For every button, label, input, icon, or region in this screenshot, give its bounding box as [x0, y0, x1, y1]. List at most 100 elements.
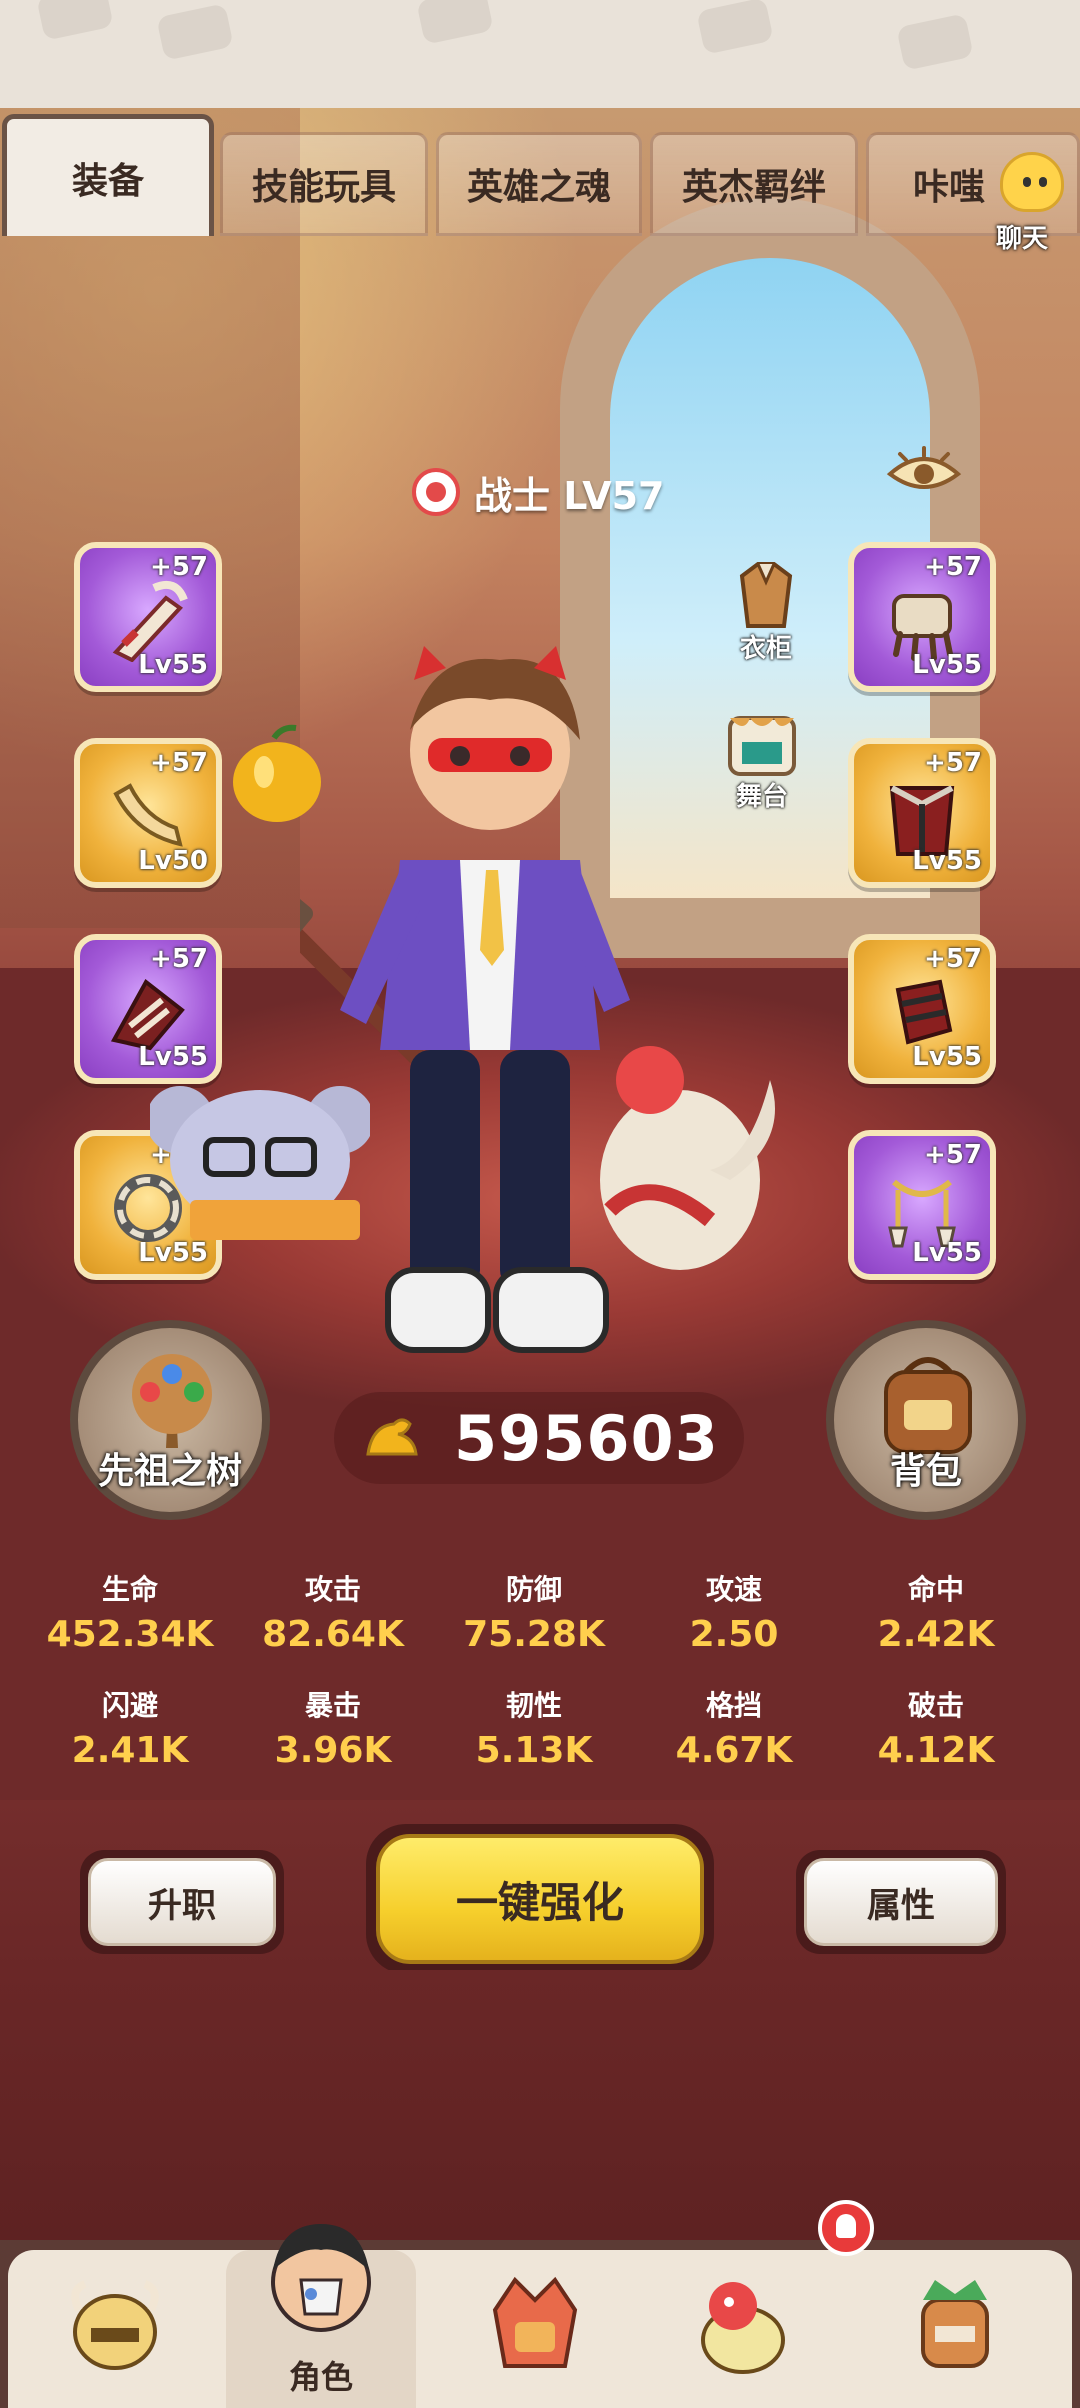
nav-totem[interactable]	[440, 2250, 630, 2408]
notification-bell-icon[interactable]	[818, 2200, 874, 2256]
stat-value: 2.50	[689, 1614, 779, 1655]
tab-equipment[interactable]: 装备	[2, 114, 214, 236]
slot-item-level: Lv55	[912, 650, 982, 680]
wardrobe-icon	[739, 562, 793, 628]
stat-value: 4.67K	[675, 1730, 793, 1771]
slot-enhance-level: +57	[150, 748, 208, 778]
stat-evasion: 闪避 2.41K	[22, 1684, 238, 1771]
nav-tribe[interactable]	[860, 2250, 1050, 2408]
stat-crit: 暴击 3.96K	[225, 1684, 441, 1771]
nav-pets[interactable]	[648, 2250, 838, 2408]
equip-slot-bracer[interactable]: +57 Lv55	[848, 934, 996, 1084]
stat-value: 2.42K	[877, 1614, 995, 1655]
stat-value: 4.12K	[877, 1730, 995, 1771]
stat-name: 暴击	[304, 1689, 361, 1722]
slot-enhance-level: +57	[150, 552, 208, 582]
stat-name: 攻击	[304, 1573, 361, 1606]
stage-button[interactable]: 舞台	[712, 704, 812, 813]
stat-toughness: 韧性 5.13K	[426, 1684, 642, 1771]
chat-face-icon	[1000, 152, 1064, 212]
stat-name: 生命	[101, 1573, 158, 1606]
slot-item-level: Lv55	[912, 1238, 982, 1268]
slot-item-level: Lv55	[138, 650, 208, 680]
slot-enhance-level: +57	[924, 1140, 982, 1170]
promote-button[interactable]: 升职	[80, 1850, 284, 1954]
attributes-label: 属性	[804, 1858, 998, 1946]
equip-slot-gloves[interactable]: +57 Lv55	[848, 542, 996, 692]
stat-hp: 生命 452.34K	[22, 1568, 238, 1655]
stat-value: 82.64K	[262, 1614, 404, 1655]
stat-block: 格挡 4.67K	[626, 1684, 842, 1771]
hero-class-level: 战士 LV57	[412, 464, 665, 520]
equip-slot-accessory[interactable]: +57 Lv50	[74, 738, 222, 888]
slot-enhance-level: +57	[924, 944, 982, 974]
wardrobe-label: 衣柜	[739, 634, 792, 664]
promote-label: 升职	[88, 1858, 276, 1946]
warrior-class-icon	[412, 468, 460, 516]
stage-icon	[728, 716, 796, 776]
stage-label: 舞台	[735, 782, 788, 812]
attributes-button[interactable]: 属性	[796, 1850, 1006, 1954]
combat-power: 595603	[334, 1392, 744, 1484]
slot-item-level: Lv50	[138, 846, 208, 876]
stat-name: 闪避	[101, 1689, 158, 1722]
nav-character-label: 角色	[288, 2358, 353, 2396]
wardrobe-button[interactable]: 衣柜	[716, 556, 816, 665]
lower-background	[0, 1970, 1080, 2240]
nav-character[interactable]: 角色	[226, 2224, 416, 2408]
eye-icon[interactable]	[886, 444, 962, 500]
chat-button[interactable]: 聊天	[964, 152, 1074, 262]
stat-name: 攻速	[705, 1573, 762, 1606]
class-level-text: 战士 LV57	[474, 473, 665, 518]
slot-item-level: Lv55	[912, 846, 982, 876]
slot-item-level: Lv55	[912, 1042, 982, 1072]
fox-pet	[600, 1046, 775, 1270]
equip-slot-necklace[interactable]: +57 Lv55	[848, 1130, 996, 1280]
backpack-button[interactable]: 背包	[826, 1320, 1026, 1520]
stat-value: 2.41K	[71, 1730, 189, 1771]
koala-pet	[150, 1086, 370, 1240]
backpack-label: 背包	[889, 1451, 962, 1492]
stat-value: 5.13K	[475, 1730, 593, 1771]
tab-hero-soul[interactable]: 英雄之魂	[436, 132, 642, 236]
tab-bar: 装备 技能玩具 英雄之魂 英杰羁绊 咔嗤	[0, 108, 1080, 238]
equip-slot-weapon[interactable]: +57 Lv55	[74, 542, 222, 692]
stat-name: 破击	[907, 1689, 964, 1722]
stat-name: 韧性	[505, 1689, 562, 1722]
stat-attack-speed: 攻速 2.50	[626, 1568, 842, 1655]
totem-icon	[492, 2276, 578, 2368]
hero-avatar-icon	[271, 2224, 371, 2332]
tab-skill-toys[interactable]: 技能玩具	[220, 132, 428, 236]
equip-slot-armor[interactable]: +57 Lv55	[848, 738, 996, 888]
nav-beast[interactable]	[20, 2250, 210, 2408]
stat-name: 格挡	[705, 1689, 762, 1722]
top-decor-strip	[0, 0, 1080, 108]
stat-name: 防御	[505, 1573, 562, 1606]
ancestor-tree-label: 先祖之树	[97, 1451, 242, 1492]
dino-pet-icon	[701, 2282, 785, 2374]
combat-power-value: 595603	[454, 1402, 719, 1475]
slot-enhance-level: +57	[924, 748, 982, 778]
slot-enhance-level: +57	[924, 552, 982, 582]
stat-accuracy: 命中 2.42K	[828, 1568, 1044, 1655]
one-click-enhance-label: 一键强化	[376, 1834, 704, 1964]
tab-hero-bonds[interactable]: 英杰羁绊	[650, 132, 858, 236]
golden-fruit-icon	[233, 724, 321, 822]
stat-value: 452.34K	[46, 1614, 214, 1655]
stat-break: 破击 4.12K	[828, 1684, 1044, 1771]
chat-label: 聊天	[995, 224, 1048, 254]
tribe-mask-icon	[921, 2280, 989, 2368]
slot-enhance-level: +57	[150, 944, 208, 974]
one-click-enhance-button[interactable]: 一键强化	[366, 1824, 714, 1974]
bottom-nav: 角色	[0, 2224, 1080, 2408]
stat-attack: 攻击 82.64K	[225, 1568, 441, 1655]
yak-icon	[71, 2280, 159, 2370]
ancestor-tree-button[interactable]: 先祖之树	[70, 1320, 270, 1520]
slot-item-level: Lv55	[138, 1042, 208, 1072]
stat-defense: 防御 75.28K	[426, 1568, 642, 1655]
equip-slot-shoulder[interactable]: +57 Lv55	[74, 934, 222, 1084]
flexed-arm-icon	[366, 1418, 418, 1456]
stat-value: 75.28K	[463, 1614, 605, 1655]
stat-name: 命中	[907, 1573, 964, 1606]
stat-value: 3.96K	[274, 1730, 392, 1771]
